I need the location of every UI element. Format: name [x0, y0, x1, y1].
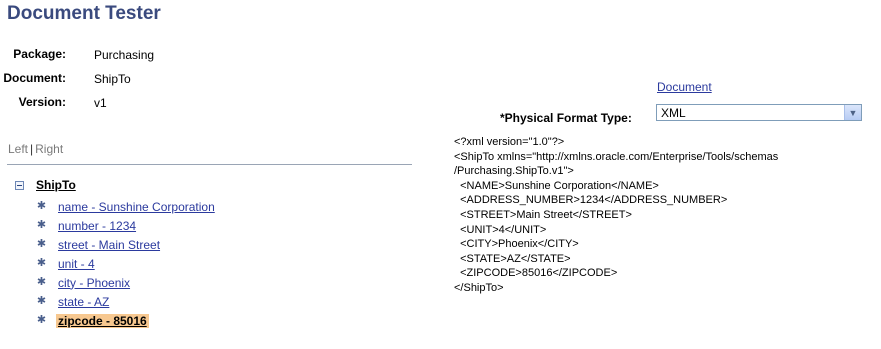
- xml-output: <?xml version="1.0"?> <ShipTo xmlns="htt…: [454, 135, 778, 296]
- xml-line: <?xml version="1.0"?>: [454, 136, 565, 148]
- physical-format-label: *Physical Format Type:: [500, 111, 632, 125]
- tree-item-link[interactable]: name - Sunshine Corporation: [56, 200, 217, 214]
- document-value: ShipTo: [94, 72, 131, 86]
- tree-item: ✱ street - Main Street: [36, 235, 217, 254]
- physical-format-value: XML: [661, 106, 686, 120]
- tree-root: ShipTo: [15, 178, 76, 192]
- version-value: v1: [94, 96, 107, 110]
- xml-line: <ADDRESS_NUMBER>1234</ADDRESS_NUMBER>: [454, 194, 728, 207]
- tree-item-link[interactable]: street - Main Street: [56, 238, 162, 252]
- tree-item: ✱ unit - 4: [36, 254, 217, 273]
- tree-item-link[interactable]: state - AZ: [56, 295, 111, 309]
- xml-line: <STREET>Main Street</STREET>: [454, 208, 632, 221]
- version-label: Version:: [18, 95, 66, 109]
- collapse-minus-icon[interactable]: [15, 180, 24, 190]
- tree-item-selected: ✱ zipcode - 85016: [36, 311, 217, 330]
- gear-node-icon: ✱: [36, 219, 47, 231]
- document-link[interactable]: Document: [657, 80, 712, 94]
- xml-line: <ZIPCODE>85016</ZIPCODE>: [454, 267, 618, 280]
- chevron-down-icon[interactable]: ▼: [844, 105, 861, 120]
- tree-item: ✱ state - AZ: [36, 292, 217, 311]
- xml-line: <CITY>Phoenix</CITY>: [454, 238, 579, 251]
- tab-left[interactable]: Left: [8, 142, 28, 156]
- tree-item: ✱ city - Phoenix: [36, 273, 217, 292]
- gear-node-icon: ✱: [36, 257, 47, 269]
- gear-node-icon: ✱: [36, 276, 47, 288]
- xml-line: <ShipTo xmlns="http://xmlns.oracle.com/E…: [454, 150, 779, 163]
- package-value: Purchasing: [94, 48, 155, 62]
- xml-line: </ShipTo>: [454, 281, 504, 294]
- xml-line: <STATE>AZ</STATE>: [454, 252, 571, 265]
- tree-item-link[interactable]: city - Phoenix: [56, 276, 132, 290]
- tree-item: ✱ name - Sunshine Corporation: [36, 197, 217, 216]
- physical-format-select[interactable]: XML ▼: [656, 104, 862, 121]
- xml-line: <NAME>Sunshine Corporation</NAME>: [454, 179, 659, 192]
- gear-node-icon: ✱: [36, 295, 47, 307]
- view-tabs: Left | Right: [8, 142, 63, 156]
- page-title: Document Tester: [7, 3, 161, 24]
- gear-node-icon: ✱: [36, 238, 47, 250]
- tree-item-link[interactable]: number - 1234: [56, 219, 138, 233]
- package-label: Package:: [13, 47, 66, 61]
- xml-line: <UNIT>4</UNIT>: [454, 223, 547, 236]
- tree-item: ✱ number - 1234: [36, 216, 217, 235]
- gear-node-icon: ✱: [36, 314, 47, 326]
- xml-line: /Purchasing.ShipTo.v1">: [454, 165, 574, 178]
- tab-separator: |: [30, 142, 34, 156]
- tree-items: ✱ name - Sunshine Corporation ✱ number -…: [36, 197, 217, 330]
- tab-right[interactable]: Right: [35, 142, 63, 156]
- document-label: Document:: [3, 71, 66, 85]
- gear-node-icon: ✱: [36, 200, 47, 212]
- tree-root-label[interactable]: ShipTo: [36, 178, 76, 192]
- tree-item-link[interactable]: unit - 4: [56, 257, 97, 271]
- tree-item-link-selected[interactable]: zipcode - 85016: [56, 313, 149, 328]
- divider: [7, 164, 412, 165]
